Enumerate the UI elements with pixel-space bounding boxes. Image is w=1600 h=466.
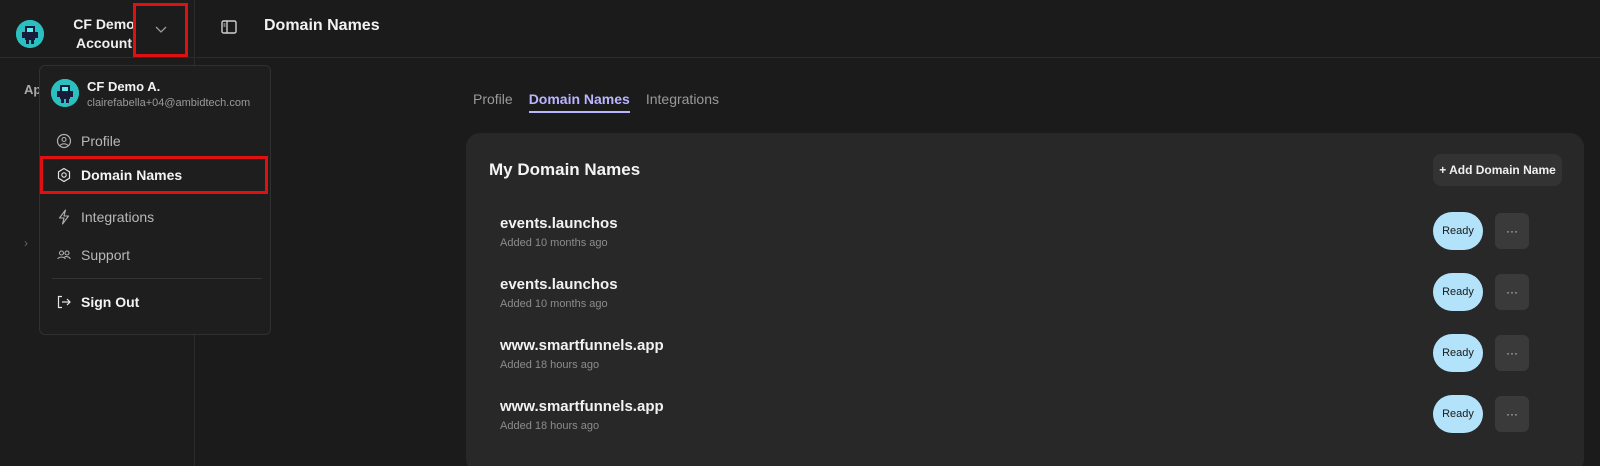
menu-item-domain-names[interactable]: Domain Names [40,156,268,194]
menu-item-label: Integrations [81,209,155,225]
menu-divider [52,278,262,279]
domain-name: events.launchos [500,215,618,232]
users-icon [56,247,72,263]
status-badge: Ready [1433,395,1483,433]
status-badge: Ready [1433,334,1483,372]
avatar [16,20,44,48]
domain-row: events.launchos Added 10 months ago Read… [466,273,1584,338]
domain-names-card: My Domain Names + Add Domain Name events… [466,133,1584,466]
menu-item-profile[interactable]: Profile [40,122,272,160]
domain-row: events.launchos Added 10 months ago Read… [466,212,1584,277]
domain-added-time: Added 10 months ago [500,298,608,310]
domain-name: events.launchos [500,276,618,293]
tab-integrations[interactable]: Integrations [646,91,719,113]
sidebar-toggle-button[interactable] [220,18,238,36]
domain-name: www.smartfunnels.app [500,337,664,354]
domain-added-time: Added 18 hours ago [500,420,600,432]
more-options-button[interactable]: ··· [1495,274,1529,310]
menu-user-name: CF Demo A. [87,79,161,94]
domain-added-time: Added 18 hours ago [500,359,600,371]
sign-out-icon [56,294,72,310]
menu-item-support[interactable]: Support [40,236,272,274]
menu-item-label: Support [81,247,131,263]
lightning-icon [56,209,72,225]
menu-item-label: Sign Out [81,294,140,310]
account-menu-toggle-button[interactable] [133,3,188,57]
domain-name: www.smartfunnels.app [500,398,664,415]
chevron-down-icon [155,26,166,33]
tab-profile[interactable]: Profile [473,91,513,113]
account-dropdown-menu: CF Demo A. clairefabella+04@ambidtech.co… [39,65,271,335]
menu-user-email: clairefabella+04@ambidtech.com [87,97,251,109]
menu-item-sign-out[interactable]: Sign Out [40,283,272,321]
user-circle-icon [56,133,72,149]
domain-row: www.smartfunnels.app Added 18 hours ago … [466,395,1584,460]
globe-icon [56,167,72,183]
pixel-avatar-icon [51,79,79,107]
more-options-button[interactable]: ··· [1495,396,1529,432]
domain-row: www.smartfunnels.app Added 18 hours ago … [466,334,1584,399]
tab-domain-names[interactable]: Domain Names [528,91,630,113]
settings-tabs: Profile Domain Names Integrations [473,91,719,113]
avatar [51,79,79,107]
more-options-button[interactable]: ··· [1495,335,1529,371]
menu-item-label: Domain Names [81,167,183,183]
menu-item-integrations[interactable]: Integrations [40,198,272,236]
top-bar: Domain Names [196,0,1600,58]
account-switcher: CF Demo Account [0,0,195,58]
pixel-avatar-icon [16,20,44,48]
menu-item-label: Profile [81,133,121,149]
status-badge: Ready [1433,273,1483,311]
domain-added-time: Added 10 months ago [500,237,608,249]
page-title: Domain Names [264,17,380,34]
panel-left-icon [221,20,237,34]
status-badge: Ready [1433,212,1483,250]
card-title: My Domain Names [489,160,641,179]
chevron-right-icon[interactable]: › [24,236,28,250]
add-domain-name-button[interactable]: + Add Domain Name [1433,154,1562,186]
more-options-button[interactable]: ··· [1495,213,1529,249]
